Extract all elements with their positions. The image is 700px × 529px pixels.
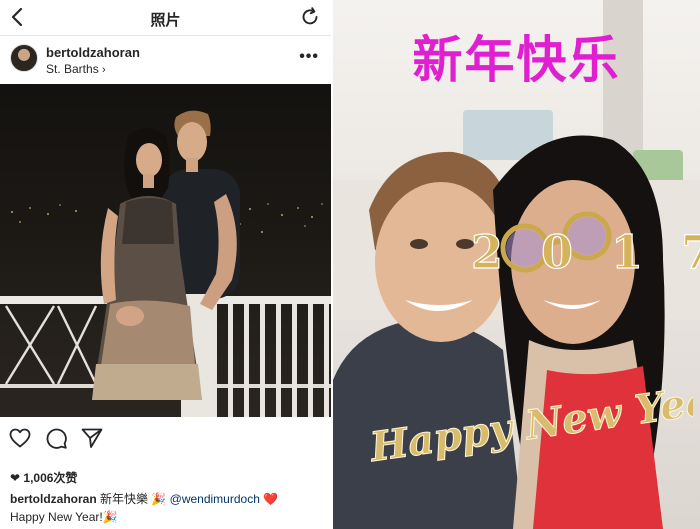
more-dots-icon[interactable]: ••• — [299, 48, 319, 66]
post-actions — [0, 422, 331, 454]
share-icon[interactable] — [80, 426, 104, 450]
refresh-icon[interactable] — [299, 6, 321, 28]
top-navigation-bar: 照片 — [0, 0, 331, 36]
happy-new-year-text: Happy New Year — [366, 373, 693, 471]
post-location-label[interactable]: St. Barths — [46, 62, 99, 76]
post-header: bertoldzahoran St. Barths › ••• — [0, 38, 331, 84]
likes-count[interactable]: ❤ 1,006次赞 — [10, 469, 77, 486]
avatar[interactable] — [10, 44, 38, 72]
caption-mention[interactable]: @wendimurdoch — [170, 492, 260, 506]
happy-new-year-sticker: Happy New Year — [366, 373, 693, 472]
caption-heart-emoji: ❤️ — [263, 492, 279, 506]
caption-line-2: Happy New Year!🎉 — [10, 510, 118, 524]
selfie-photo: 2017 新年快乐 Happy New Year — [333, 0, 700, 529]
comment-icon[interactable] — [44, 426, 68, 450]
post-caption: bertoldzahoran 新年快樂 🎉 @wendimurdoch ❤️ H… — [10, 490, 328, 526]
post-location[interactable]: St. Barths › — [46, 62, 106, 76]
caption-username[interactable]: bertoldzahoran — [10, 492, 97, 506]
heart-icon[interactable] — [8, 426, 32, 450]
location-chevron-icon: › — [102, 64, 106, 76]
post-photo[interactable] — [0, 84, 331, 417]
likes-label[interactable]: 1,006次赞 — [23, 471, 77, 485]
instagram-post-screen: 照片 bertoldzahoran St. Barths › ••• ❤ 1,0… — [0, 0, 331, 529]
post-photo-illustration — [0, 110, 331, 417]
glasses-year-text: 2017 — [471, 225, 700, 279]
post-username[interactable]: bertoldzahoran — [46, 45, 140, 60]
like-heart-icon: ❤ — [10, 471, 21, 485]
selfie-caption: 新年快乐 — [412, 31, 621, 89]
page-title: 照片 — [150, 11, 181, 29]
caption-text: 新年快樂 🎉 — [100, 492, 167, 506]
